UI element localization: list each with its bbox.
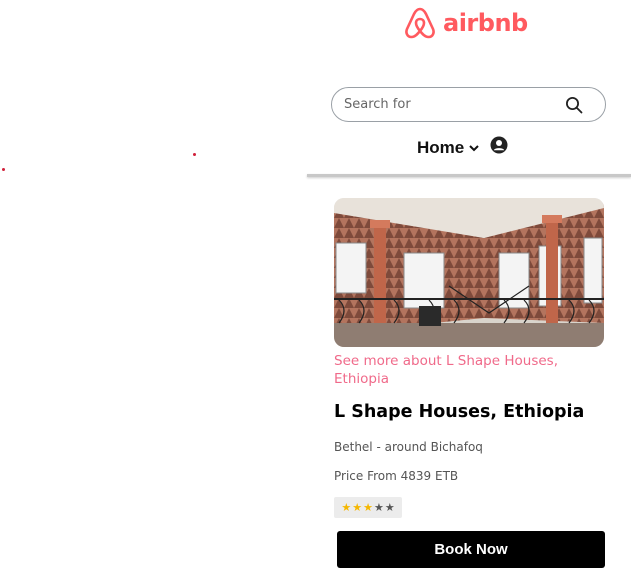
listing-panel: airbnb Home — [307, 0, 631, 574]
decor-dot — [2, 168, 5, 171]
header-divider — [307, 174, 631, 177]
decor-dot — [193, 153, 196, 156]
brand-logo[interactable]: airbnb — [403, 4, 528, 42]
listing-location: Bethel - around Bichafoq — [334, 440, 483, 454]
listing-photo[interactable] — [334, 198, 604, 347]
star-filled-icon: ★ — [363, 501, 373, 514]
star-empty-icon: ★ — [373, 501, 384, 514]
main-nav: Home — [417, 136, 508, 158]
book-now-button[interactable]: Book Now — [337, 531, 605, 568]
nav-home-dropdown[interactable]: Home — [417, 138, 480, 158]
listing-title: L Shape Houses, Ethiopia — [334, 402, 585, 422]
search-input[interactable] — [342, 96, 556, 113]
user-circle-icon[interactable] — [490, 136, 508, 154]
star-empty-icon: ★ — [384, 501, 395, 514]
chevron-down-icon — [469, 145, 479, 152]
star-filled-icon: ★ — [341, 501, 352, 514]
listing-price: Price From 4839 ETB — [334, 469, 459, 483]
star-filled-icon: ★ — [352, 501, 363, 514]
courtyard-image — [334, 198, 604, 347]
nav-home-label: Home — [417, 138, 465, 157]
search-icon[interactable] — [565, 96, 583, 118]
star-rating: ★ ★ ★ ★ ★ — [334, 497, 402, 518]
search-bar — [331, 87, 606, 122]
see-more-link[interactable]: See more about L Shape Houses, Ethiopia — [334, 352, 594, 388]
airbnb-logo-icon — [405, 7, 435, 39]
brand-name: airbnb — [443, 9, 528, 37]
